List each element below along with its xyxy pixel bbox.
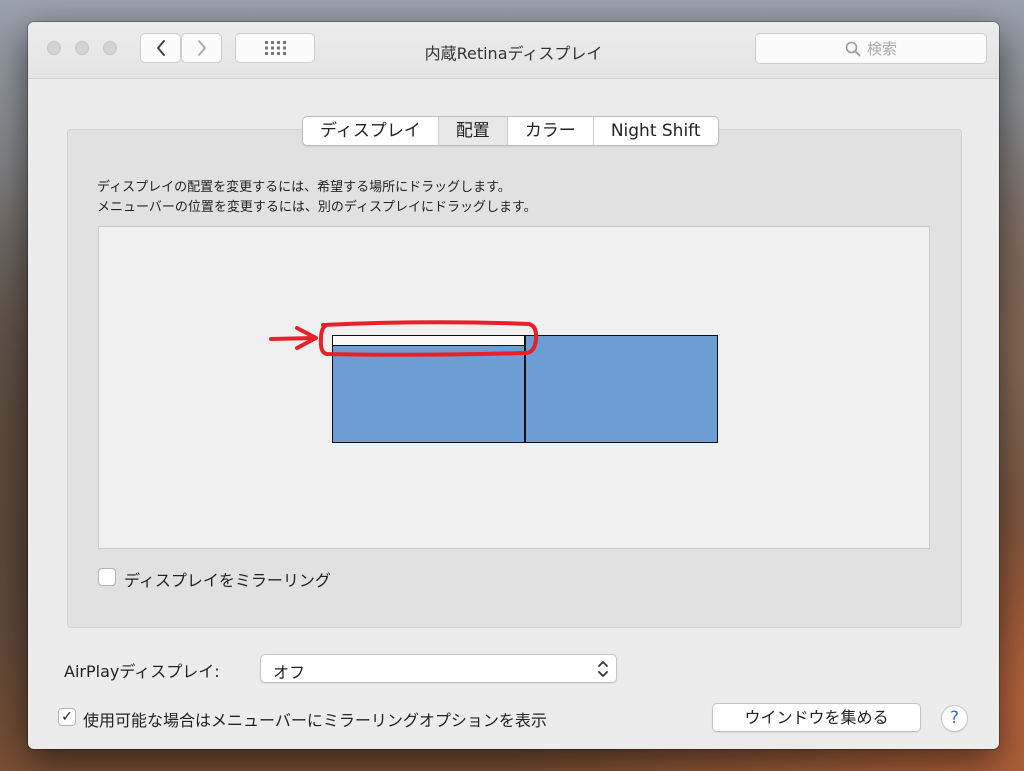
show-mirroring-options-label: 使用可能な場合はメニューバーにミラーリングオプションを表示 [83, 711, 547, 730]
tab-color[interactable]: カラー [508, 117, 594, 145]
airplay-popup[interactable]: オフ [260, 654, 617, 683]
mirror-displays-checkbox[interactable] [98, 568, 116, 586]
red-arrow-annotation-icon [269, 320, 539, 357]
updown-chevron-icon [598, 661, 608, 677]
tab-arrangement[interactable]: 配置 [438, 117, 508, 145]
instruction-line-2: メニューバーの位置を変更するには、別のディスプレイにドラッグします。 [97, 200, 537, 215]
display-arrangement-area [98, 226, 930, 549]
title-bar: 内蔵Retinaディスプレイ 検索 [28, 22, 999, 79]
gather-windows-button[interactable]: ウインドウを集める [712, 703, 921, 732]
help-button[interactable]: ? [941, 705, 968, 732]
tab-night-shift[interactable]: Night Shift [594, 117, 718, 145]
search-field[interactable]: 検索 [755, 33, 987, 64]
search-icon [845, 41, 861, 56]
arrangement-instructions: ディスプレイの配置を変更するには、希望する場所にドラッグします。 メニューバーの… [97, 178, 537, 218]
checkmark-icon: ✓ [61, 709, 73, 725]
airplay-label: AirPlayディスプレイ: [64, 662, 220, 681]
airplay-value: オフ [273, 663, 306, 682]
search-placeholder: 検索 [866, 40, 897, 58]
show-mirroring-options-checkbox[interactable]: ✓ [58, 708, 76, 726]
mirror-displays-label: ディスプレイをミラーリング [124, 571, 331, 590]
instruction-line-1: ディスプレイの配置を変更するには、希望する場所にドラッグします。 [97, 180, 511, 195]
tab-display[interactable]: ディスプレイ [303, 117, 439, 145]
preferences-window: 内蔵Retinaディスプレイ 検索 ディスプレイ 配置 カラー Night Sh… [28, 22, 999, 749]
tab-bar: ディスプレイ 配置 カラー Night Shift [302, 116, 719, 146]
